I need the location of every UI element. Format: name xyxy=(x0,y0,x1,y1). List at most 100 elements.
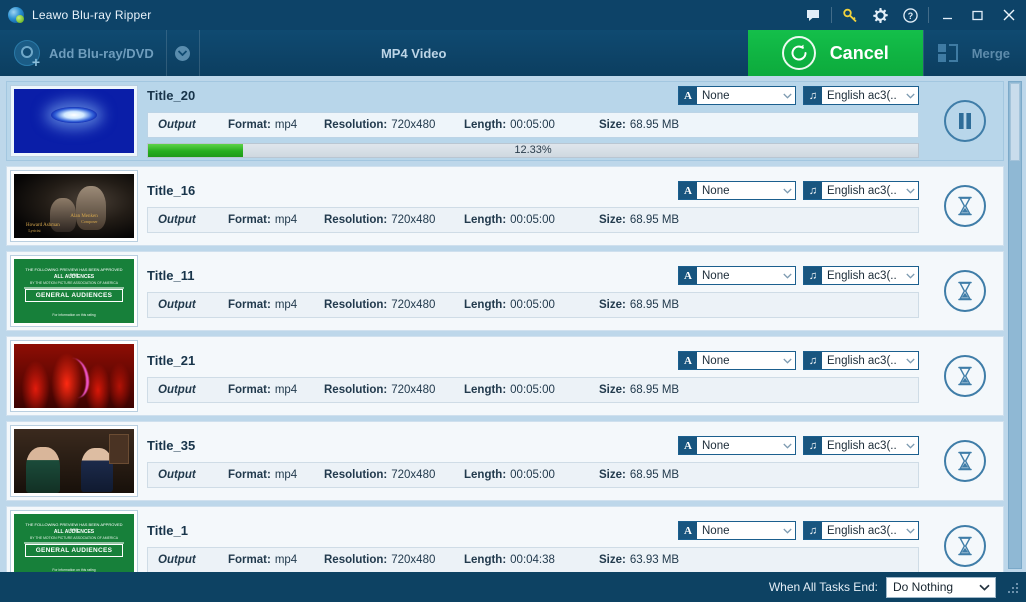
subtitle-select[interactable]: A None xyxy=(678,181,796,200)
hourglass-icon[interactable] xyxy=(944,355,986,397)
table-row[interactable]: Title_21 A None ♫ English ac3(.. Output Format… xyxy=(6,336,1004,416)
add-bluray-dvd-button[interactable]: Add Blu-ray/DVD xyxy=(0,30,166,76)
hourglass-icon[interactable] xyxy=(944,270,986,312)
maximize-icon[interactable] xyxy=(962,0,992,30)
task-list-scrollbar[interactable] xyxy=(1008,81,1022,569)
progress-label: 12.33% xyxy=(514,144,552,156)
table-row[interactable]: Title_20 A None ♫ English ac3(.. Output Format… xyxy=(6,81,1004,161)
size-field: Size: 68.95 MB xyxy=(599,468,680,481)
hourglass-icon[interactable] xyxy=(944,185,986,227)
output-label: Output xyxy=(158,383,196,396)
subtitle-value: None xyxy=(702,524,730,537)
audio-track-select[interactable]: ♫ English ac3(.. xyxy=(803,86,919,105)
task-action xyxy=(927,337,1003,415)
thumbnail-credits: Alan Menken Composer Howard Ashman Lyricist xyxy=(10,170,138,242)
size-value: 68.95 MB xyxy=(629,468,680,481)
table-row[interactable]: THE FOLLOWING PREVIEW HAS BEEN APPROVED … xyxy=(6,251,1004,331)
audio-track-select[interactable]: ♫ English ac3(.. xyxy=(803,436,919,455)
chevron-down-icon xyxy=(902,87,918,104)
chevron-down-icon xyxy=(902,437,918,454)
length-field: Length: 00:04:38 xyxy=(464,553,555,566)
task-list: Title_20 A None ♫ English ac3(.. Output Format… xyxy=(0,76,1026,572)
settings-gear-icon[interactable] xyxy=(865,0,895,30)
task-output-details: Output Format: mp4 Resolution: 720x480 Length… xyxy=(147,376,919,403)
add-disc-icon xyxy=(14,40,40,69)
audio-track-value: English ac3(.. xyxy=(827,439,897,452)
chevron-down-icon xyxy=(902,182,918,199)
pause-icon[interactable] xyxy=(944,100,986,142)
task-thumbnail[interactable] xyxy=(7,422,141,500)
hourglass-icon[interactable] xyxy=(944,525,986,567)
size-value: 63.93 MB xyxy=(629,553,680,566)
task-header: Title_1 A None ♫ English ac3(.. xyxy=(147,520,919,542)
chevron-down-icon xyxy=(979,580,990,594)
table-row[interactable]: THE FOLLOWING PREVIEW HAS BEEN APPROVED … xyxy=(6,506,1004,572)
chevron-down-icon xyxy=(902,352,918,369)
merge-button[interactable]: Merge xyxy=(922,30,1026,76)
resolution-value: 720x480 xyxy=(391,118,436,131)
hourglass-icon[interactable] xyxy=(944,440,986,482)
task-header: Title_21 A None ♫ English ac3(.. xyxy=(147,350,919,372)
resize-grip[interactable] xyxy=(1006,581,1018,593)
length-field: Length: 00:05:00 xyxy=(464,383,555,396)
minimize-icon[interactable] xyxy=(932,0,962,30)
audio-track-value: English ac3(.. xyxy=(827,184,897,197)
resolution-field: Resolution: 720x480 xyxy=(324,118,436,131)
track-selectors: A None ♫ English ac3(.. xyxy=(678,521,919,540)
feedback-icon[interactable] xyxy=(798,0,828,30)
add-source-dropdown-button[interactable] xyxy=(165,30,200,76)
music-note-icon: ♫ xyxy=(804,182,822,199)
task-output-details: Output Format: mp4 Resolution: 720x480 Length… xyxy=(147,206,919,233)
cancel-button[interactable]: Cancel xyxy=(747,30,923,76)
key-icon[interactable] xyxy=(835,0,865,30)
audio-track-value: English ac3(.. xyxy=(827,524,897,537)
help-icon[interactable]: ? xyxy=(895,0,925,30)
audio-track-select[interactable]: ♫ English ac3(.. xyxy=(803,181,919,200)
format-value: mp4 xyxy=(274,213,298,226)
task-thumbnail[interactable]: THE FOLLOWING PREVIEW HAS BEEN APPROVED … xyxy=(7,507,141,572)
application-window: Leawo Blu-ray Ripper ? + Add Blu-ray/DVD… xyxy=(0,0,1026,602)
size-field: Size: 68.95 MB xyxy=(599,383,680,396)
task-header: Title_11 A None ♫ English ac3(.. xyxy=(147,265,919,287)
subtitle-select[interactable]: A None xyxy=(678,436,796,455)
divider xyxy=(831,7,832,23)
subtitle-value: None xyxy=(702,439,730,452)
table-row[interactable]: Alan Menken Composer Howard Ashman Lyricist… xyxy=(6,166,1004,246)
audio-track-select[interactable]: ♫ English ac3(.. xyxy=(803,266,919,285)
task-thumbnail[interactable]: Alan Menken Composer Howard Ashman Lyricist xyxy=(7,167,141,245)
table-row[interactable]: Title_35 A None ♫ English ac3(.. Output Format… xyxy=(6,421,1004,501)
merge-icon xyxy=(937,42,962,64)
output-label: Output xyxy=(158,298,196,311)
resolution-field: Resolution: 720x480 xyxy=(324,383,436,396)
task-thumbnail[interactable] xyxy=(7,82,141,160)
output-format-label[interactable]: MP4 Video xyxy=(200,30,748,76)
length-field: Length: 00:05:00 xyxy=(464,468,555,481)
subtitle-select[interactable]: A None xyxy=(678,351,796,370)
output-label: Output xyxy=(158,118,196,131)
merge-label: Merge xyxy=(971,45,1010,61)
close-icon[interactable] xyxy=(992,0,1026,30)
task-output-details: Output Format: mp4 Resolution: 720x480 Length… xyxy=(147,291,919,318)
thumbnail-rating-card: THE FOLLOWING PREVIEW HAS BEEN APPROVED … xyxy=(10,255,138,327)
size-field: Size: 68.95 MB xyxy=(599,118,680,131)
music-note-icon: ♫ xyxy=(804,352,822,369)
resolution-value: 720x480 xyxy=(391,468,436,481)
format-field: Format: mp4 xyxy=(228,553,298,566)
format-field: Format: mp4 xyxy=(228,468,298,481)
size-field: Size: 63.93 MB xyxy=(599,553,680,566)
subtitle-select[interactable]: A None xyxy=(678,521,796,540)
audio-track-select[interactable]: ♫ English ac3(.. xyxy=(803,521,919,540)
chevron-down-icon xyxy=(779,437,795,454)
audio-track-value: English ac3(.. xyxy=(827,89,897,102)
length-value: 00:05:00 xyxy=(510,298,555,311)
when-all-tasks-end-select[interactable]: Do Nothing xyxy=(886,576,996,598)
task-thumbnail[interactable]: THE FOLLOWING PREVIEW HAS BEEN APPROVED … xyxy=(7,252,141,330)
main-toolbar: Add Blu-ray/DVD MP4 Video Cancel xyxy=(0,30,1026,76)
track-selectors: A None ♫ English ac3(.. xyxy=(678,181,919,200)
subtitle-select[interactable]: A None xyxy=(678,86,796,105)
subtitle-select[interactable]: A None xyxy=(678,266,796,285)
scrollbar-thumb[interactable] xyxy=(1010,83,1020,161)
subtitle-value: None xyxy=(702,354,730,367)
task-thumbnail[interactable] xyxy=(7,337,141,415)
audio-track-select[interactable]: ♫ English ac3(.. xyxy=(803,351,919,370)
